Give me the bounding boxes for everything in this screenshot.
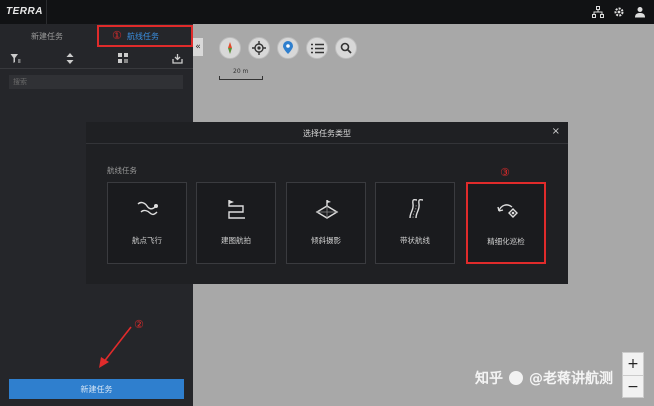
watermark-avatar — [509, 371, 523, 385]
scale-label: 20 m — [233, 68, 249, 75]
search-icon[interactable] — [335, 37, 357, 59]
sort-icon[interactable] — [64, 52, 76, 64]
annotation-mark-1: ① — [112, 29, 122, 42]
task-type-label: 建图航拍 — [221, 236, 251, 245]
search-input[interactable] — [9, 75, 183, 89]
close-icon[interactable]: × — [552, 126, 560, 137]
task-type-label: 倾斜摄影 — [311, 236, 341, 245]
fine-inspection-icon — [493, 198, 523, 222]
annotation-box-1: ① — [97, 25, 193, 47]
task-type-corridor-route[interactable]: 带状航线 — [375, 182, 455, 264]
zoom-out-button[interactable]: − — [623, 376, 643, 399]
user-icon[interactable] — [633, 5, 646, 18]
collapse-panel-handle[interactable]: « — [193, 38, 203, 56]
oblique-photo-icon — [312, 197, 342, 221]
locate-icon[interactable] — [248, 37, 270, 59]
map-toolbar — [219, 37, 357, 59]
top-bar: TERRA — [0, 0, 654, 24]
annotation-arrow — [99, 326, 132, 368]
top-icons — [591, 5, 646, 18]
list-icon[interactable] — [306, 37, 328, 59]
watermark: 知乎 @老蒋讲航测 — [475, 368, 613, 388]
watermark-site: 知乎 — [475, 371, 503, 387]
grid-view-icon[interactable] — [117, 52, 129, 64]
panel-tabs: 新建任务 航线任务 ① — [0, 24, 193, 48]
scale-bar — [219, 76, 263, 80]
app-logo: TERRA — [6, 6, 43, 17]
task-type-label: 航点飞行 — [132, 236, 162, 245]
tab-new-task[interactable]: 新建任务 — [31, 31, 63, 42]
network-icon[interactable] — [591, 5, 604, 18]
compass-icon[interactable] — [219, 37, 241, 59]
dialog-title: 选择任务类型 — [303, 129, 351, 138]
task-type-mapping-aerial[interactable]: 建图航拍 — [196, 182, 276, 264]
zoom-control: + − — [622, 352, 644, 398]
import-icon[interactable] — [171, 52, 183, 64]
map-pin-icon[interactable] — [277, 37, 299, 59]
panel-toolbar — [0, 52, 193, 66]
task-type-oblique-photo[interactable]: 倾斜摄影 — [286, 182, 366, 264]
new-task-button[interactable]: 新建任务 — [9, 379, 184, 399]
task-type-dialog: 选择任务类型 × 航线任务 航点飞行 建图航拍 倾斜摄影 带状航线 精细化巡检 … — [86, 122, 568, 284]
filter-icon[interactable] — [9, 52, 21, 64]
gear-icon[interactable] — [612, 5, 625, 18]
task-type-waypoint-flight[interactable]: 航点飞行 — [107, 182, 187, 264]
section-label: 航线任务 — [107, 166, 137, 175]
task-type-label: 精细化巡检 — [487, 237, 525, 246]
watermark-author: @老蒋讲航测 — [529, 371, 613, 387]
waypoint-flight-icon — [133, 197, 163, 221]
corridor-route-icon — [401, 197, 431, 221]
topbar-divider — [46, 0, 47, 24]
annotation-mark-3: ③ — [500, 166, 510, 179]
map-scale: 20 m — [219, 68, 263, 80]
annotation-mark-2: ② — [134, 318, 144, 331]
dialog-header: 选择任务类型 × — [86, 122, 568, 144]
mapping-aerial-icon — [222, 197, 252, 221]
panel-divider — [0, 68, 193, 69]
task-type-label: 带状航线 — [400, 236, 430, 245]
task-type-fine-inspection[interactable]: 精细化巡检 — [466, 182, 546, 264]
zoom-in-button[interactable]: + — [623, 353, 643, 376]
